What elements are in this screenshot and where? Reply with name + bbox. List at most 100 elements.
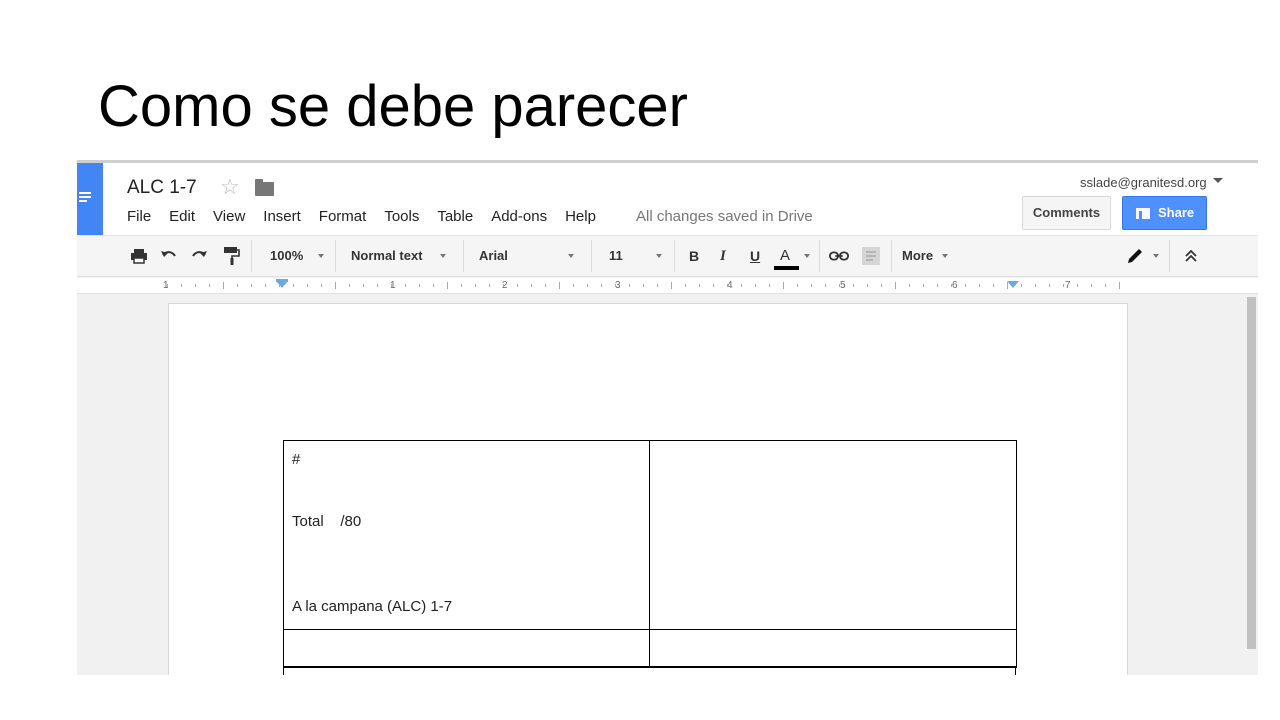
ruler-tick — [503, 284, 504, 287]
menu-tools[interactable]: Tools — [384, 208, 419, 225]
ruler-tick — [587, 284, 588, 287]
ruler-tick — [853, 284, 854, 287]
comments-button[interactable]: Comments — [1022, 196, 1111, 230]
account-email[interactable]: sslade@granitesd.org — [1080, 175, 1207, 190]
ruler-tick — [531, 284, 532, 287]
ruler-tick — [629, 284, 630, 287]
ruler-tick — [433, 284, 434, 287]
menu-table[interactable]: Table — [437, 208, 473, 225]
ruler-tick — [867, 284, 868, 287]
ruler-tick — [951, 284, 952, 287]
text-color-swatch — [774, 266, 799, 270]
table-cell[interactable]: # Total /80 A la campana (ALC) 1-7 — [283, 440, 650, 630]
comment-icon[interactable] — [861, 246, 881, 266]
ruler-tick — [195, 284, 196, 287]
vertical-scrollbar[interactable] — [1245, 295, 1258, 675]
ruler-tick — [657, 284, 658, 287]
pencil-icon[interactable] — [1125, 246, 1145, 266]
ruler-tick — [685, 284, 686, 287]
ruler-tick — [461, 284, 462, 287]
table-row[interactable] — [283, 666, 1016, 675]
menu-file[interactable]: File — [127, 208, 151, 225]
menu-format[interactable]: Format — [319, 208, 367, 225]
ruler-tick — [601, 284, 602, 287]
dropdown-caret-icon — [318, 254, 324, 258]
toolbar-separator — [591, 240, 592, 272]
menu-addons[interactable]: Add-ons — [491, 208, 547, 225]
formatting-toolbar: 100% Normal text Arial 11 B I U A More — [77, 235, 1258, 277]
dropdown-caret-icon — [1153, 254, 1159, 258]
document-page[interactable]: # Total /80 A la campana (ALC) 1-7 — [168, 303, 1128, 675]
ruler-tick — [1021, 284, 1022, 287]
ruler-tick — [1119, 282, 1120, 289]
folder-icon[interactable] — [255, 179, 274, 196]
menu-help[interactable]: Help — [565, 208, 596, 225]
ruler-tick — [923, 284, 924, 287]
toolbar-separator — [251, 240, 252, 272]
document-table[interactable]: # Total /80 A la campana (ALC) 1-7 — [283, 440, 1017, 668]
bold-button[interactable]: B — [689, 236, 699, 276]
toolbar-separator — [1169, 240, 1170, 272]
link-icon[interactable] — [829, 246, 849, 266]
ruler-tick — [727, 284, 728, 287]
print-icon[interactable] — [129, 246, 149, 266]
ruler-tick — [1007, 282, 1008, 289]
dropdown-caret-icon[interactable] — [1213, 178, 1223, 183]
ruler-tick — [279, 284, 280, 287]
italic-button[interactable]: I — [720, 236, 726, 276]
left-indent-marker[interactable] — [276, 281, 288, 288]
ruler-tick — [307, 284, 308, 287]
ruler-tick — [615, 284, 616, 287]
collapse-icon[interactable] — [1181, 246, 1201, 266]
paragraph-style-select[interactable]: Normal text — [351, 236, 423, 276]
dropdown-caret-icon — [656, 254, 662, 258]
font-size-select[interactable]: 11 — [609, 236, 623, 276]
zoom-select[interactable]: 100% — [270, 236, 303, 276]
ruler-tick — [993, 284, 994, 287]
ruler-tick — [475, 284, 476, 287]
font-select[interactable]: Arial — [479, 236, 508, 276]
ruler[interactable]: 1 1 2 3 4 5 6 7 — [77, 278, 1258, 294]
docs-logo-icon[interactable] — [77, 163, 103, 235]
paint-format-icon[interactable] — [221, 246, 241, 266]
menu-view[interactable]: View — [213, 208, 245, 225]
ruler-tick — [1035, 284, 1036, 287]
ruler-tick — [909, 284, 910, 287]
text-color-button[interactable]: A — [780, 236, 790, 276]
star-icon[interactable]: ☆ — [220, 175, 240, 199]
table-cell[interactable] — [649, 629, 1017, 668]
ruler-tick — [671, 282, 672, 289]
menu-edit[interactable]: Edit — [169, 208, 195, 225]
redo-icon[interactable] — [189, 246, 209, 266]
toolbar-separator — [891, 240, 892, 272]
underline-button[interactable]: U — [750, 236, 760, 276]
dropdown-caret-icon — [942, 254, 948, 258]
dropdown-caret-icon — [440, 254, 446, 258]
ruler-tick — [1077, 284, 1078, 287]
undo-icon[interactable] — [159, 246, 179, 266]
ruler-tick — [293, 284, 294, 287]
table-cell[interactable] — [649, 440, 1017, 630]
table-cell[interactable] — [283, 629, 650, 668]
ruler-tick — [391, 284, 392, 287]
ruler-tick — [797, 284, 798, 287]
docs-window: ALC 1-7 ☆ File Edit View Insert Format T… — [77, 160, 1258, 675]
ruler-tick — [377, 284, 378, 287]
menu-insert[interactable]: Insert — [263, 208, 301, 225]
ruler-tick — [419, 284, 420, 287]
ruler-tick — [839, 284, 840, 287]
save-status[interactable]: All changes saved in Drive — [636, 208, 813, 225]
share-button[interactable]: Share — [1122, 196, 1207, 230]
ruler-tick — [825, 284, 826, 287]
ruler-tick — [979, 284, 980, 287]
docs-header: ALC 1-7 ☆ File Edit View Insert Format T… — [77, 163, 1258, 235]
ruler-tick — [1063, 284, 1064, 287]
ruler-tick — [517, 284, 518, 287]
more-button[interactable]: More — [902, 236, 933, 276]
ruler-tick — [755, 284, 756, 287]
scrollbar-thumb[interactable] — [1247, 297, 1256, 649]
toolbar-separator — [335, 240, 336, 272]
doc-title[interactable]: ALC 1-7 — [127, 177, 197, 199]
ruler-tick — [741, 284, 742, 287]
right-indent-marker[interactable] — [1007, 281, 1019, 288]
